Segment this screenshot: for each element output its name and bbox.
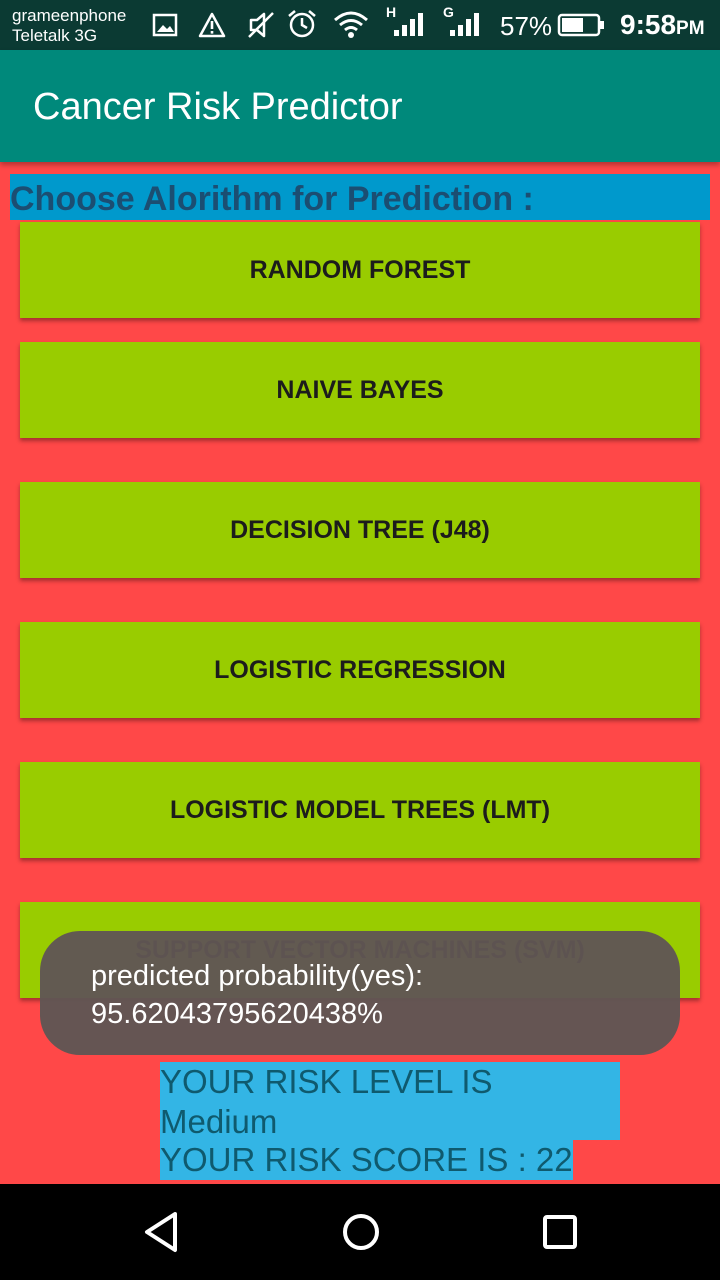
choose-algorithm-heading: Choose Alorithm for Prediction :	[10, 174, 710, 220]
clock-suffix: PM	[676, 18, 705, 39]
risk-score: YOUR RISK SCORE IS : 22	[160, 1140, 573, 1180]
app-title: Cancer Risk Predictor	[33, 86, 403, 128]
signal-icon	[392, 12, 426, 43]
status-bar: grameenphone Teletalk 3G H G 57% 9:58PM	[0, 0, 720, 50]
toast-line-2: 95.62043795620438%	[91, 998, 383, 1030]
back-icon[interactable]	[135, 1206, 187, 1258]
app-bar: Cancer Risk Predictor	[0, 50, 720, 162]
clock-time: 9:58	[620, 9, 677, 40]
risk-level-label: YOUR RISK LEVEL IS	[160, 1062, 620, 1102]
prediction-toast: predicted probability(yes): 95.620437956…	[40, 931, 680, 1055]
battery-icon	[557, 12, 605, 43]
battery-percentage: 57%	[500, 11, 553, 41]
carrier-secondary: Teletalk 3G	[12, 26, 98, 45]
recents-icon[interactable]	[534, 1206, 586, 1258]
carrier-info: grameenphone Teletalk 3G	[12, 6, 126, 46]
home-icon[interactable]	[335, 1206, 387, 1258]
warning-icon	[198, 12, 226, 43]
clock: 9:58PM	[620, 9, 705, 41]
logistic-model-trees-button[interactable]: LOGISTIC MODEL TREES (LMT)	[20, 762, 700, 858]
signal-icon	[448, 12, 482, 43]
risk-level-value: Medium	[160, 1102, 620, 1140]
wifi-icon	[333, 10, 369, 45]
toast-line-1: predicted probability(yes):	[91, 960, 424, 992]
carrier-primary: grameenphone	[12, 6, 127, 25]
naive-bayes-button[interactable]: NAIVE BAYES	[20, 342, 700, 438]
navigation-bar	[0, 1184, 720, 1280]
logistic-regression-button[interactable]: LOGISTIC REGRESSION	[20, 622, 700, 718]
image-icon	[152, 13, 178, 42]
random-forest-button[interactable]: RANDOM FOREST	[20, 222, 700, 318]
decision-tree-button[interactable]: DECISION TREE (J48)	[20, 482, 700, 578]
risk-result: YOUR RISK LEVEL IS Medium YOUR RISK SCOR…	[160, 1062, 620, 1180]
mute-icon	[246, 10, 276, 45]
alarm-icon	[286, 8, 318, 45]
